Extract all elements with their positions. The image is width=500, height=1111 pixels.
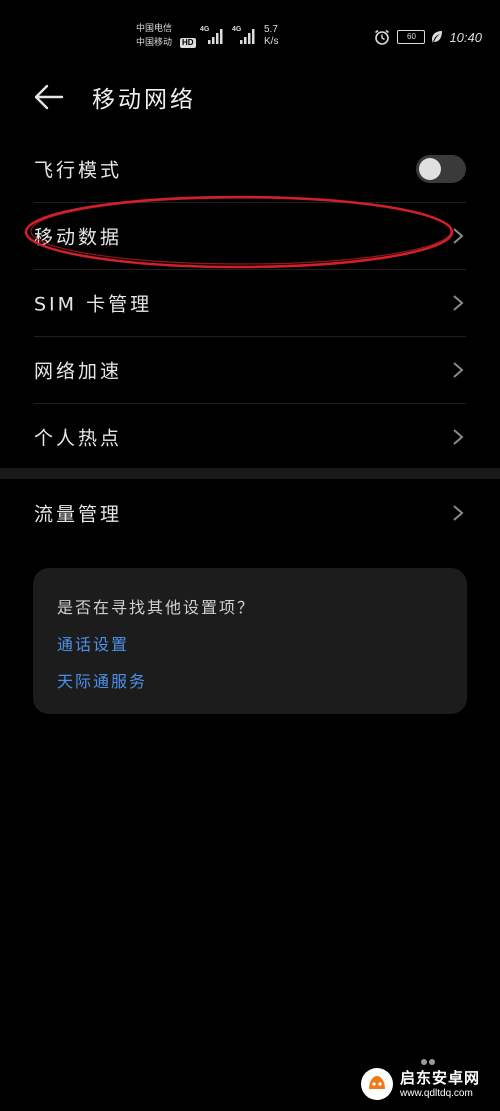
row-label: 移动数据 [34, 226, 123, 249]
row-label: 个人热点 [34, 427, 123, 450]
leaf-icon [432, 31, 443, 43]
carrier-info: 中国电信 中国移动 [136, 22, 172, 50]
chevron-right-icon [453, 429, 464, 445]
speed-unit: K/s [264, 36, 279, 47]
personal-hotspot-row[interactable]: 个人热点 [34, 404, 466, 470]
row-label: 网络加速 [34, 360, 123, 383]
signal-2-icon: 4G [232, 26, 260, 47]
battery-icon: 60 [397, 30, 426, 44]
alarm-icon [375, 29, 390, 45]
carrier-2: 中国移动 [136, 38, 173, 48]
settings-list-2: 流量管理 [0, 480, 500, 546]
chevron-right-icon [453, 228, 464, 244]
right-status: 60 10:40 [373, 27, 482, 47]
data-usage-row[interactable]: 流量管理 [34, 480, 466, 546]
network-speed: 5.7 K/s [264, 24, 278, 48]
row-label: 流量管理 [34, 503, 123, 526]
airplane-mode-toggle[interactable] [416, 155, 466, 183]
row-label: SIM 卡管理 [34, 293, 153, 316]
page-title: 移动网络 [92, 87, 196, 113]
status-bar: 中国电信 中国移动 HD 4G 4G 5.7 K/s 60 10:40 [0, 0, 500, 60]
row-label: 飞行模式 [34, 159, 123, 182]
suggestion-card: 是否在寻找其他设置项？ 通话设置 天际通服务 [33, 568, 467, 714]
chevron-right-icon [453, 362, 464, 378]
watermark-url: www.qdltdq.com [400, 1088, 473, 1099]
network-acceleration-row[interactable]: 网络加速 [34, 337, 466, 404]
chevron-right-icon [453, 505, 464, 521]
watermark: 启东安卓网 www.qdltdq.com [360, 1061, 496, 1107]
chevron-right-icon [453, 295, 464, 311]
signal-1-icon: 4G [200, 26, 228, 47]
clock: 10:40 [449, 29, 482, 45]
speed-value: 5.7 [264, 24, 278, 35]
airplane-mode-row[interactable]: 飞行模式 [34, 136, 466, 203]
back-button[interactable] [32, 82, 66, 112]
watermark-name: 启东安卓网 [400, 1069, 481, 1087]
mobile-data-row[interactable]: 移动数据 [34, 203, 466, 270]
toggle-knob [419, 158, 441, 180]
carrier-1: 中国电信 [136, 24, 173, 34]
watermark-logo-icon [361, 1068, 393, 1100]
hd-badge: HD [180, 38, 196, 48]
section-divider [0, 468, 500, 479]
sim-card-management-row[interactable]: SIM 卡管理 [34, 270, 466, 337]
header: 移动网络 [0, 68, 500, 126]
arrow-left-icon [34, 84, 64, 110]
call-settings-link[interactable]: 通话设置 [57, 631, 129, 655]
skytone-service-link[interactable]: 天际通服务 [57, 668, 147, 692]
settings-list: 飞行模式 移动数据 SIM 卡管理 网络加速 个人热点 [0, 136, 500, 470]
battery-level: 60 [407, 32, 416, 41]
card-title: 是否在寻找其他设置项？ [57, 598, 256, 617]
